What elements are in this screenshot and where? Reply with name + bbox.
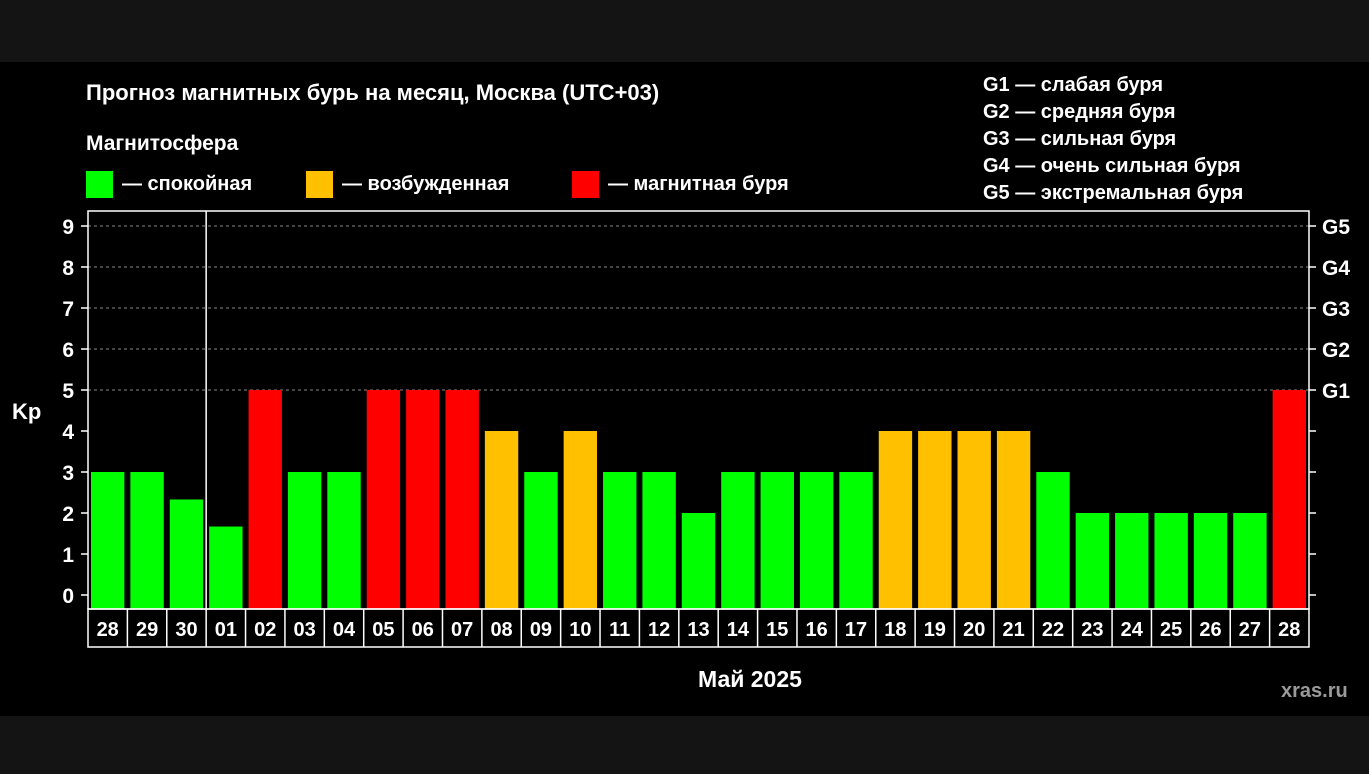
x-tick-label-27-25: 25 [1160,619,1182,641]
bar-22-20 [957,431,991,609]
x-tick-label-23-21: 21 [1002,619,1024,641]
bar-17-15 [760,472,794,609]
bar-4-02 [248,390,282,609]
x-tick-label-1-29: 29 [136,619,158,641]
x-tick-label-11-09: 09 [530,619,552,641]
x-tick-label-18-16: 16 [806,619,828,641]
bar-29-27 [1233,513,1267,609]
x-tick-label-17-15: 15 [766,619,788,641]
y-tick-label-8: 8 [62,257,74,280]
y-axis-title: Kp [12,399,41,424]
right-tick-label-g5: G5 [1322,216,1350,239]
bar-13-11 [603,472,637,609]
bar-28-26 [1193,513,1228,609]
kp-bar-chart: 0123456789G1G2G3G4G5Kp28 29 30 01 02 03 04 05 06… [12,210,1350,648]
bar-1-29 [130,472,164,609]
bar-25-23 [1075,513,1110,609]
chart-area: Прогноз магнитных бурь на месяц, Москва … [0,62,1369,716]
y-tick-label-4: 4 [62,421,74,444]
x-axis-title: Май 2025 [698,666,802,692]
right-tick-label-g3: G3 [1322,298,1350,321]
x-tick-label-19-17: 17 [845,619,867,641]
x-tick-label-9-07: 07 [451,619,473,641]
right-tick-label-g1: G1 [1322,380,1350,403]
y-tick-label-5: 5 [62,380,74,403]
bar-0-28 [91,472,125,609]
bar-12-10 [563,431,598,609]
x-tick-label-10-08: 08 [490,619,512,641]
bar-10-08 [484,431,519,609]
x-tick-label-25-23: 23 [1081,619,1103,641]
x-tick-label-5-03: 03 [294,619,316,641]
x-tick-label-4-02: 02 [254,619,276,641]
x-tick-label-13-11: 11 [609,619,630,641]
y-tick-label-0: 0 [62,585,74,608]
x-tick-label-3-01: 01 [215,619,237,641]
bar-14-12 [642,472,676,609]
x-tick-label-29-27: 27 [1239,619,1261,641]
bar-11-09 [524,472,558,609]
x-tick-label-12-10: 10 [569,619,591,641]
right-tick-label-g4: G4 [1322,257,1350,280]
bar-3-01 [209,526,243,609]
bar-6-04 [327,472,361,609]
x-tick-label-20-18: 18 [884,619,906,641]
x-tick-label-7-05: 05 [372,619,394,641]
y-tick-label-6: 6 [62,339,74,362]
bar-21-19 [918,431,952,609]
bar-15-13 [681,513,716,609]
bar-16-14 [721,472,755,609]
bar-30-28 [1272,390,1306,609]
bar-7-05 [366,390,401,609]
x-tick-label-22-20: 20 [963,619,985,641]
x-tick-label-2-30: 30 [175,619,197,641]
bar-20-18 [878,431,913,609]
bar-8-06 [406,390,440,609]
x-tick-label-28-26: 26 [1199,619,1221,641]
y-tick-label-3: 3 [62,462,74,485]
y-tick-label-2: 2 [62,503,74,526]
bar-18-16 [799,472,834,609]
x-tick-label-21-19: 19 [924,619,946,641]
y-tick-label-1: 1 [62,544,74,567]
bar-26-24 [1115,513,1149,609]
x-tick-label-16-14: 14 [727,619,750,641]
y-tick-label-9: 9 [62,216,74,239]
bar-19-17 [839,472,873,609]
bar-5-03 [287,472,322,609]
bar-27-25 [1154,513,1188,609]
watermark: xras.ru [1281,680,1348,702]
x-tick-label-15-13: 13 [687,619,709,641]
bar-9-07 [445,390,479,609]
x-tick-label-0-28: 28 [97,619,119,641]
bar-24-22 [1036,472,1070,609]
x-tick-label-8-06: 06 [412,619,434,641]
x-tick-label-6-04: 04 [333,619,356,641]
x-tick-label-14-12: 12 [648,619,670,641]
x-tick-label-30-28: 28 [1278,619,1300,641]
bar-23-21 [996,431,1031,609]
bar-2-30 [169,499,204,609]
x-tick-label-24-22: 22 [1042,619,1064,641]
y-tick-label-7: 7 [62,298,74,321]
x-tick-label-26-24: 24 [1121,619,1144,641]
right-tick-label-g2: G2 [1322,339,1350,362]
